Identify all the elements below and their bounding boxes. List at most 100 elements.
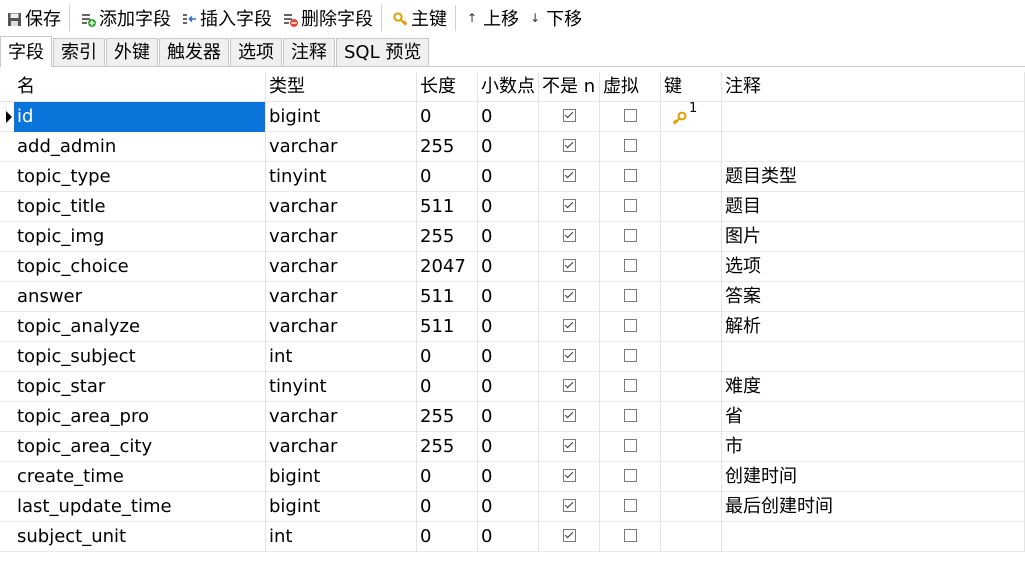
virtual-checkbox[interactable] (623, 499, 637, 512)
table-row[interactable]: topic_choice varchar 2047 0 选项 (0, 252, 1025, 282)
field-decimal-cell[interactable]: 0 (478, 462, 539, 492)
field-virtual-cell[interactable] (600, 522, 661, 552)
field-name-cell[interactable]: topic_area_pro (14, 402, 266, 432)
not-null-checkbox[interactable] (562, 109, 576, 122)
field-name-cell[interactable]: topic_img (14, 222, 266, 252)
tab-options[interactable]: 选项 (230, 38, 282, 66)
field-not-null-cell[interactable] (539, 282, 600, 312)
field-not-null-cell[interactable] (539, 492, 600, 522)
field-virtual-cell[interactable] (600, 162, 661, 192)
not-null-checkbox[interactable] (562, 319, 576, 332)
field-virtual-cell[interactable] (600, 432, 661, 462)
table-row[interactable]: last_update_time bigint 0 0 最后创建时间 (0, 492, 1025, 522)
table-row[interactable]: topic_img varchar 255 0 图片 (0, 222, 1025, 252)
tab-comment[interactable]: 注释 (283, 38, 335, 66)
field-length-cell[interactable]: 255 (417, 132, 478, 162)
table-row[interactable]: id bigint 0 0 1 (0, 102, 1025, 132)
field-key-cell[interactable] (661, 342, 722, 372)
not-null-checkbox[interactable] (562, 139, 576, 152)
field-name-cell[interactable]: topic_area_city (14, 432, 266, 462)
not-null-checkbox[interactable] (562, 169, 576, 182)
field-comment-cell[interactable]: 图片 (722, 222, 1025, 252)
field-key-cell[interactable] (661, 462, 722, 492)
field-name-cell[interactable]: subject_unit (14, 522, 266, 552)
not-null-checkbox[interactable] (562, 349, 576, 362)
field-comment-cell[interactable]: 省 (722, 402, 1025, 432)
primary-key-button[interactable]: 主键 (386, 1, 451, 35)
field-type-cell[interactable]: varchar (266, 432, 417, 462)
header-type[interactable]: 类型 (266, 72, 417, 102)
field-key-cell[interactable]: 1 (661, 102, 722, 132)
insert-field-button[interactable]: 插入字段 (175, 1, 276, 35)
field-decimal-cell[interactable]: 0 (478, 402, 539, 432)
table-row[interactable]: topic_area_pro varchar 255 0 省 (0, 402, 1025, 432)
field-length-cell[interactable]: 2047 (417, 252, 478, 282)
field-comment-cell[interactable]: 解析 (722, 312, 1025, 342)
field-length-cell[interactable]: 0 (417, 372, 478, 402)
virtual-checkbox[interactable] (623, 199, 637, 212)
field-key-cell[interactable] (661, 432, 722, 462)
field-key-cell[interactable] (661, 252, 722, 282)
header-length[interactable]: 长度 (417, 72, 478, 102)
field-name-cell[interactable]: topic_choice (14, 252, 266, 282)
field-decimal-cell[interactable]: 0 (478, 522, 539, 552)
field-type-cell[interactable]: varchar (266, 192, 417, 222)
field-comment-cell[interactable]: 题目类型 (722, 162, 1025, 192)
virtual-checkbox[interactable] (623, 439, 637, 452)
field-length-cell[interactable]: 0 (417, 342, 478, 372)
not-null-checkbox[interactable] (562, 439, 576, 452)
not-null-checkbox[interactable] (562, 529, 576, 542)
field-name-cell[interactable]: last_update_time (14, 492, 266, 522)
field-not-null-cell[interactable] (539, 432, 600, 462)
field-length-cell[interactable]: 255 (417, 402, 478, 432)
not-null-checkbox[interactable] (562, 469, 576, 482)
not-null-checkbox[interactable] (562, 409, 576, 422)
not-null-checkbox[interactable] (562, 379, 576, 392)
field-type-cell[interactable]: varchar (266, 402, 417, 432)
not-null-checkbox[interactable] (562, 259, 576, 272)
field-type-cell[interactable]: varchar (266, 252, 417, 282)
not-null-checkbox[interactable] (562, 199, 576, 212)
virtual-checkbox[interactable] (623, 379, 637, 392)
field-decimal-cell[interactable]: 0 (478, 162, 539, 192)
virtual-checkbox[interactable] (623, 289, 637, 302)
virtual-checkbox[interactable] (623, 139, 637, 152)
header-name[interactable]: 名 (14, 72, 266, 102)
field-comment-cell[interactable]: 最后创建时间 (722, 492, 1025, 522)
field-not-null-cell[interactable] (539, 132, 600, 162)
field-length-cell[interactable]: 0 (417, 492, 478, 522)
not-null-checkbox[interactable] (562, 289, 576, 302)
field-comment-cell[interactable] (722, 522, 1025, 552)
save-button[interactable]: 保存 (0, 1, 65, 35)
field-not-null-cell[interactable] (539, 162, 600, 192)
field-comment-cell[interactable] (722, 102, 1025, 132)
table-row[interactable]: topic_area_city varchar 255 0 市 (0, 432, 1025, 462)
field-key-cell[interactable] (661, 312, 722, 342)
field-comment-cell[interactable]: 选项 (722, 252, 1025, 282)
field-length-cell[interactable]: 0 (417, 522, 478, 552)
field-not-null-cell[interactable] (539, 222, 600, 252)
field-decimal-cell[interactable]: 0 (478, 372, 539, 402)
field-length-cell[interactable]: 0 (417, 102, 478, 132)
field-type-cell[interactable]: bigint (266, 102, 417, 132)
tab-fields[interactable]: 字段 (0, 36, 52, 67)
field-name-cell[interactable]: topic_star (14, 372, 266, 402)
not-null-checkbox[interactable] (562, 499, 576, 512)
field-comment-cell[interactable] (722, 342, 1025, 372)
field-name-cell[interactable]: id (14, 102, 266, 132)
field-name-cell[interactable]: add_admin (14, 132, 266, 162)
table-row[interactable]: topic_type tinyint 0 0 题目类型 (0, 162, 1025, 192)
field-decimal-cell[interactable]: 0 (478, 132, 539, 162)
field-decimal-cell[interactable]: 0 (478, 492, 539, 522)
field-not-null-cell[interactable] (539, 102, 600, 132)
field-length-cell[interactable]: 511 (417, 282, 478, 312)
field-type-cell[interactable]: bigint (266, 492, 417, 522)
field-key-cell[interactable] (661, 402, 722, 432)
field-not-null-cell[interactable] (539, 312, 600, 342)
field-key-cell[interactable] (661, 222, 722, 252)
table-row[interactable]: add_admin varchar 255 0 (0, 132, 1025, 162)
field-virtual-cell[interactable] (600, 342, 661, 372)
field-comment-cell[interactable]: 市 (722, 432, 1025, 462)
virtual-checkbox[interactable] (623, 169, 637, 182)
field-virtual-cell[interactable] (600, 372, 661, 402)
